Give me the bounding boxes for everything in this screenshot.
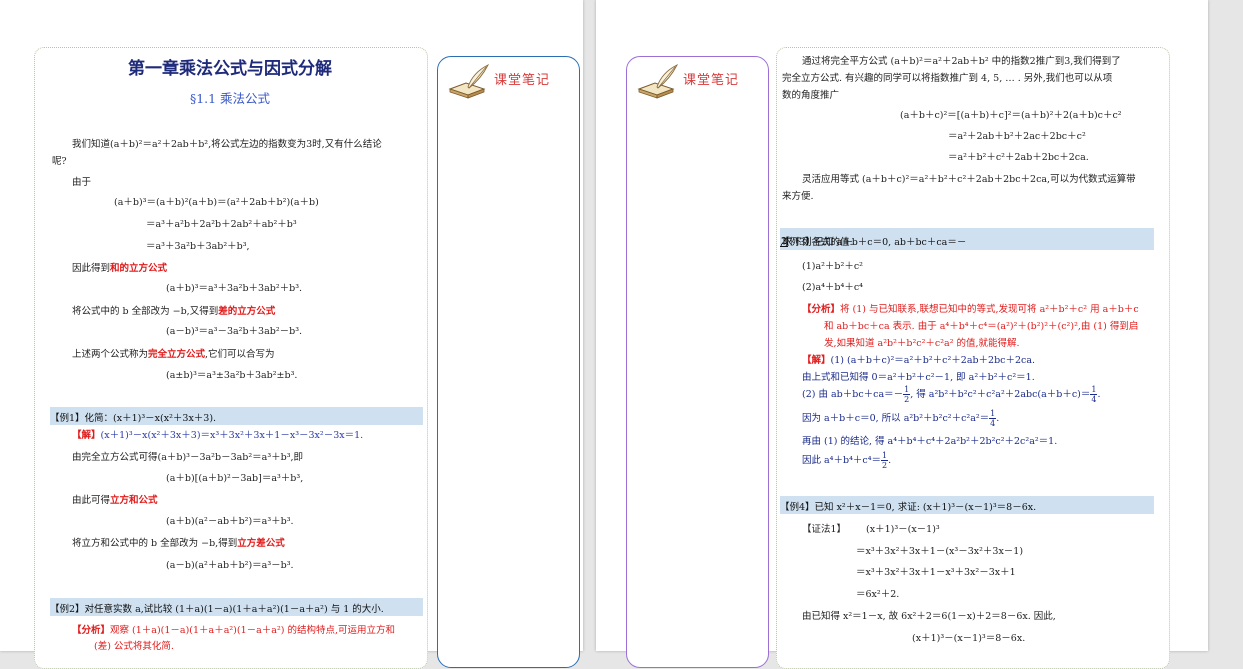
quill-book-icon: [637, 63, 679, 99]
example-3-solution: 【解】(1) (a＋b＋c)²＝a²＋b²＋c²＋2ab＋2bc＋2ca.: [802, 352, 1035, 366]
intro-text-cont: 呢?: [52, 156, 67, 167]
paragraph-1-line-3: 数的角度推广: [782, 90, 840, 101]
combined-intro: 上述两个公式称为完全立方公式,它们可以合写为: [72, 346, 275, 360]
example-2-analysis: 【分析】观察 (1＋a)(1－a)(1＋a＋a²)(1－a＋a²) 的结构特点,…: [72, 622, 395, 636]
diff-cube-term: 差的立方公式: [218, 306, 276, 317]
example-3-solution-2: 由上式和已知得 0＝a²＋b²＋c²－1, 即 a²＋b²＋c²＝1.: [802, 372, 1035, 383]
paragraph-2-line-2: 来方便.: [782, 191, 814, 202]
class-notes-box-right: 课堂笔记: [626, 56, 769, 668]
example-4-line-5: 由已知得 x²＝1－x, 故 6x²＋2＝6(1－x)＋2＝8－6x. 因此,: [802, 611, 1056, 622]
document-page-left: 第一章乘法公式与因式分解 §1.1 乘法公式 我们知道(a＋b)²＝a²＋2ab…: [0, 0, 583, 669]
solution-tag: 【解】: [72, 430, 101, 441]
example-3-title-b: ,求下列各式的值:: [780, 237, 853, 248]
solution-text: (x＋1)³－x(x²＋3x＋3)＝x³＋3x²＋3x＋1－x³－3x²－3x＝…: [100, 430, 364, 441]
class-notes-title: 课堂笔记: [494, 73, 551, 88]
solution-3-a: (2) 由 ab＋bc＋ca＝－: [802, 389, 904, 400]
proof-tag: 【证法1】: [802, 524, 847, 535]
example-3-header: 【例3】已知 a＋b＋c＝0, ab＋bc＋ca＝－ 1 2 ,求下列各式的值:: [780, 228, 1154, 250]
chapter-title: 第一章乘法公式与因式分解: [128, 59, 332, 79]
solution-6-b: .: [888, 455, 892, 466]
you-yu-text: 由于: [72, 177, 92, 188]
intro-text: 我们知道(a＋b)²＝a²＋2ab＋b²,将公式左边的指数变为3时,又有什么结论: [72, 139, 382, 150]
analysis-text: 观察 (1＋a)(1－a)(1＋a＋a²)(1－a＋a²) 的结构特点,可运用立…: [110, 625, 396, 636]
diff-of-cubes-term: 立方差公式: [237, 538, 285, 549]
example-2-title: 【例2】对任意实数 a,试比较 (1＋a)(1－a)(1＋a＋a²)(1－a＋a…: [50, 604, 384, 615]
equation-2: ＝a³＋a²b＋2a²b＋2ab²＋ab²＋b³: [146, 219, 297, 230]
combined-intro-post: ,它们可以合写为: [205, 349, 275, 360]
example-4-proof-start: 【证法1】: [802, 521, 846, 535]
example-3-q1: (1)a²＋b²＋c²: [802, 261, 863, 272]
example-3-solution-4: 因为 a＋b＋c＝0, 所以 a²b²＋b²c²＋c²a²＝ 1 4.: [802, 409, 999, 428]
diff-of-cubes-pre: 将立方和公式中的 b 全部改为 −b,得到: [72, 538, 238, 549]
diff-of-cubes-intro: 将立方和公式中的 b 全部改为 −b,得到立方差公式: [72, 535, 285, 549]
solution-text: (1) (a＋b＋c)²＝a²＋b²＋c²＋2ab＋2bc＋2ca.: [830, 355, 1036, 366]
sum-of-cubes-intro: 由此可得立方和公式: [72, 492, 158, 506]
example-1-header: 【例1】化简：(x＋1)³－x(x²＋3x＋3).: [50, 407, 423, 425]
paragraph-1-line-2: 完全立方公式. 有兴趣的同学可以将指数推广到 4, 5, … . 另外,我们也可…: [782, 73, 1113, 84]
example-2-analysis-cont: (差) 公式将其化简.: [94, 641, 174, 652]
diff-of-cubes-formula: (a－b)(a²＋ab＋b²)＝a³－b³.: [166, 560, 294, 571]
solution-3-b: , 得 a²b²＋b²c²＋c²a²＋2abc(a＋b＋c)＝: [910, 389, 1091, 400]
combined-intro-pre: 上述两个公式称为: [72, 349, 149, 360]
solution-4-a: 因为 a＋b＋c＝0, 所以 a²b²＋b²c²＋c²a²＝: [802, 413, 990, 424]
sum-cube-formula: (a＋b)³＝a³＋3a²b＋3ab²＋b³.: [166, 283, 303, 294]
quill-book-icon: [448, 63, 490, 99]
sum-cube-intro: 因此得到和的立方公式: [72, 260, 167, 274]
example-1-line-2: 由完全立方公式可得(a＋b)³－3a²b－3ab²＝a³＋b³,即: [72, 452, 304, 463]
example-3-solution-6: 因此 a⁴＋b⁴＋c⁴＝ 1 2.: [802, 451, 891, 470]
paragraph-1: 通过将完全平方公式 (a＋b)²＝a²＋2ab＋b² 中的指数2推广到3,我们得…: [802, 56, 1121, 67]
example-4-line-1: (x＋1)³－(x－1)³: [866, 524, 940, 535]
trinomial-eq-1: (a＋b＋c)²＝[(a＋b)＋c]²＝(a＋b)²＋2(a＋b)c＋c²: [900, 110, 1122, 121]
combined-term: 完全立方公式: [148, 349, 206, 360]
example-1-title: 【例1】化简：(x＋1)³－x(x²＋3x＋3).: [50, 413, 217, 424]
diff-cube-intro: 将公式中的 b 全部改为 −b,又得到差的立方公式: [72, 303, 275, 317]
solution-4-b: .: [996, 413, 1000, 424]
example-3-analysis-2: 和 ab＋bc＋ca 表示. 由于 a⁴＋b⁴＋c⁴＝(a²)²＋(b²)²＋(…: [824, 321, 1139, 332]
sum-cube-intro-pre: 因此得到: [72, 263, 111, 274]
example-4-line-3: ＝x³＋3x²＋3x＋1－x³＋3x²－3x＋1: [856, 567, 1016, 578]
example-4-header: 【例4】已知 x²＋x－1＝0, 求证: (x＋1)³－(x－1)³＝8－6x.: [780, 496, 1154, 514]
document-page-right: 课堂笔记 通过将完全平方公式 (a＋b)²＝a²＋2ab＋b² 中的指数2推广到…: [596, 0, 1208, 669]
trinomial-eq-2: ＝a²＋2ab＋b²＋2ac＋2bc＋c²: [948, 131, 1086, 142]
equation-1: (a＋b)³＝(a＋b)²(a＋b)＝(a²＋2ab＋b²)(a＋b): [114, 197, 319, 208]
sum-cube-term: 和的立方公式: [110, 263, 168, 274]
example-3-solution-3: (2) 由 ab＋bc＋ca＝－ 1 2, 得 a²b²＋b²c²＋c²a²＋2ab…: [802, 385, 1101, 404]
section-title: §1.1 乘法公式: [189, 91, 271, 106]
solution-6-a: 因此 a⁴＋b⁴＋c⁴＝: [802, 455, 882, 466]
example-4-line-2: ＝x³＋3x²＋3x＋1－(x³－3x²＋3x－1): [856, 546, 1024, 557]
class-notes-box: 课堂笔记: [437, 56, 580, 668]
example-4-title: 【例4】已知 x²＋x－1＝0, 求证: (x＋1)³－(x－1)³＝8－6x.: [780, 502, 1037, 513]
example-3-analysis: 【分析】将 (1) 与已知联系,联想已知中的等式,发现可将 a²＋b²＋c² 用…: [802, 301, 1139, 315]
sum-of-cubes-term: 立方和公式: [110, 495, 158, 506]
example-2-header: 【例2】对任意实数 a,试比较 (1＋a)(1－a)(1＋a＋a²)(1－a＋a…: [50, 598, 423, 616]
analysis-tag: 【分析】: [72, 625, 111, 636]
example-3-q2: (2)a⁴＋b⁴＋c⁴: [802, 282, 863, 293]
solution-tag: 【解】: [802, 355, 831, 366]
diff-cube-intro-pre: 将公式中的 b 全部改为 −b,又得到: [72, 306, 219, 317]
trinomial-eq-3: ＝a²＋b²＋c²＋2ab＋2bc＋2ca.: [948, 152, 1089, 163]
equation-3: ＝a³＋3a²b＋3ab²＋b³,: [146, 241, 250, 252]
paragraph-2: 灵活应用等式 (a＋b＋c)²＝a²＋b²＋c²＋2ab＋2bc＋2ca,可以为…: [802, 174, 1136, 185]
sum-of-cubes-pre: 由此可得: [72, 495, 111, 506]
example-4-line-4: ＝6x²＋2.: [856, 589, 900, 600]
example-4-line-6: (x＋1)³－(x－1)³＝8－6x.: [912, 633, 1026, 644]
example-3-analysis-3: 发,如果知道 a²b²＋b²c²＋c²a² 的值,就能得解.: [824, 338, 1020, 349]
example-1-line-3: (a＋b)[(a＋b)²－3ab]＝a³＋b³,: [166, 473, 304, 484]
diff-cube-formula: (a－b)³＝a³－3a²b＋3ab²－b³.: [166, 326, 303, 337]
class-notes-title-right: 课堂笔记: [683, 73, 740, 88]
example-1-solution: 【解】(x＋1)³－x(x²＋3x＋3)＝x³＋3x²＋3x＋1－x³－3x²－…: [72, 427, 363, 441]
analysis-tag: 【分析】: [802, 304, 841, 315]
solution-3-c: .: [1097, 389, 1101, 400]
combined-formula: (a±b)³＝a³±3a²b＋3ab²±b³.: [166, 370, 298, 381]
analysis-text: 将 (1) 与已知联系,联想已知中的等式,发现可将 a²＋b²＋c² 用 a＋b…: [840, 304, 1139, 315]
example-3-solution-5: 再由 (1) 的结论, 得 a⁴＋b⁴＋c⁴＋2a²b²＋2b²c²＋2c²a²…: [802, 436, 1058, 447]
sum-of-cubes-formula: (a＋b)(a²－ab＋b²)＝a³＋b³.: [166, 516, 294, 527]
